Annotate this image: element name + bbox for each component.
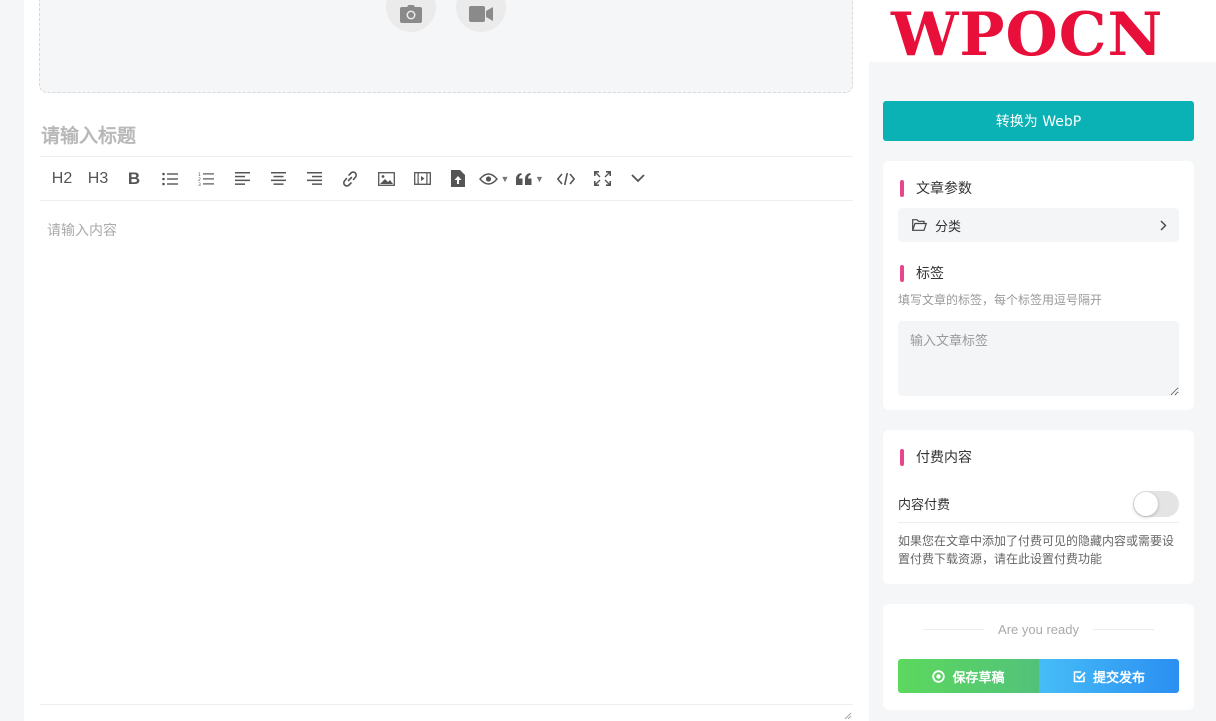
- preview-dropdown[interactable]: ▼: [476, 164, 512, 194]
- check-square-icon: [1073, 670, 1086, 682]
- insert-link-button[interactable]: [332, 164, 368, 194]
- article-params-title-text: 文章参数: [916, 181, 972, 197]
- divider-line: [1092, 628, 1154, 630]
- divider-line: [923, 628, 985, 630]
- paid-toggle-label: 内容付费: [898, 498, 951, 513]
- upload-file-button[interactable]: [440, 164, 476, 194]
- code-button[interactable]: [548, 164, 584, 194]
- article-params-title: 文章参数: [900, 178, 972, 198]
- convert-webp-button[interactable]: 转换为 WebP: [883, 101, 1194, 141]
- ready-text: Are you ready: [998, 621, 1079, 637]
- editor-panel: H2 H3 B 1 2 3: [24, 0, 869, 721]
- file-upload-icon: [451, 170, 465, 187]
- align-center-button[interactable]: [260, 164, 296, 194]
- category-selector[interactable]: 分类: [898, 208, 1179, 242]
- video-icon: [413, 172, 431, 185]
- draft-circle-icon: [932, 669, 946, 683]
- video-camera-icon: [469, 6, 493, 22]
- chevron-right-icon: [1160, 220, 1167, 230]
- upload-photo-button[interactable]: [386, 0, 436, 32]
- tags-description: 填写文章的标签，每个标签用逗号隔开: [898, 293, 1103, 307]
- folder-open-icon: [912, 219, 927, 231]
- title-input[interactable]: [41, 118, 853, 154]
- section-accent-bar: [900, 179, 904, 197]
- align-right-button[interactable]: [296, 164, 332, 194]
- dropdown-caret-icon: ▼: [535, 173, 544, 184]
- tags-title: 标签: [900, 263, 944, 283]
- editor-bottom-border: [40, 704, 853, 705]
- quote-dropdown[interactable]: ▼: [512, 164, 548, 194]
- image-icon: [377, 171, 395, 186]
- eye-icon: [478, 172, 498, 185]
- category-label: 分类: [935, 219, 962, 235]
- save-draft-button[interactable]: 保存草稿: [898, 659, 1039, 693]
- numbered-list-icon: 1 2 3: [198, 172, 214, 186]
- save-draft-label: 保存草稿: [952, 670, 1005, 686]
- tags-input[interactable]: [898, 321, 1179, 396]
- more-tools-button[interactable]: [620, 164, 656, 194]
- align-center-icon: [270, 172, 286, 185]
- align-left-icon: [234, 172, 250, 185]
- content-textarea[interactable]: [40, 212, 853, 702]
- paid-content-title-text: 付费内容: [916, 450, 972, 466]
- fullscreen-button[interactable]: [584, 164, 620, 194]
- bullet-list-button[interactable]: [152, 164, 188, 194]
- tags-title-text: 标签: [916, 266, 944, 282]
- site-logo[interactable]: WPOCN: [891, 0, 1163, 72]
- bullet-list-icon: [162, 172, 178, 185]
- svg-text:3: 3: [198, 182, 201, 186]
- heading-2-button[interactable]: H2: [44, 164, 80, 194]
- heading-3-button[interactable]: H3: [80, 164, 116, 194]
- numbered-list-button[interactable]: 1 2 3: [188, 164, 224, 194]
- section-accent-bar: [900, 448, 904, 466]
- publish-button[interactable]: 提交发布: [1039, 659, 1179, 693]
- paid-description: 如果您在文章中添加了付费可见的隐藏内容或需要设置付费下载资源，请在此设置付费功能: [898, 534, 1175, 566]
- link-icon: [343, 170, 357, 187]
- fullscreen-icon: [593, 171, 611, 186]
- article-params-card: 文章参数 分类 标签 填写文章的标签，每个标签用逗号隔开: [883, 161, 1194, 410]
- submit-card: Are you ready 保存草稿 提交发布: [883, 604, 1194, 710]
- insert-image-button[interactable]: [368, 164, 404, 194]
- camera-icon: [400, 5, 422, 23]
- dropdown-caret-icon: ▼: [500, 173, 510, 184]
- paid-toggle-row: 内容付费: [898, 485, 1179, 523]
- quote-icon: [516, 172, 532, 185]
- resize-grip-icon[interactable]: [842, 710, 852, 720]
- publish-label: 提交发布: [1092, 670, 1145, 686]
- media-upload-area[interactable]: [39, 0, 853, 93]
- ready-divider: Are you ready: [923, 621, 1154, 637]
- section-accent-bar: [900, 264, 904, 282]
- paid-content-toggle[interactable]: [1133, 490, 1179, 517]
- paid-content-card: 付费内容 内容付费 如果您在文章中添加了付费可见的隐藏内容或需要设置付费下载资源…: [883, 430, 1194, 584]
- chevron-down-icon: [631, 174, 645, 183]
- paid-content-title: 付费内容: [900, 447, 972, 467]
- code-icon: [557, 172, 575, 185]
- editor-toolbar: H2 H3 B 1 2 3 ▼ ▼: [40, 156, 853, 201]
- align-left-button[interactable]: [224, 164, 260, 194]
- upload-video-button[interactable]: [456, 0, 506, 32]
- bold-button[interactable]: B: [116, 164, 152, 194]
- insert-video-button[interactable]: [404, 164, 440, 194]
- align-right-icon: [306, 172, 322, 185]
- toggle-knob: [1134, 491, 1158, 516]
